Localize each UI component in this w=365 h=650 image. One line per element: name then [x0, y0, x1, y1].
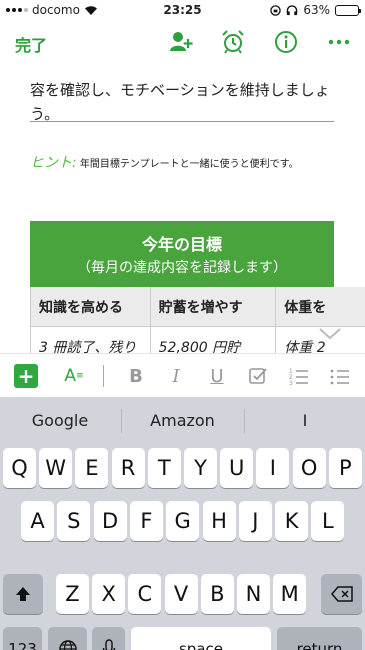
- text-style-icon[interactable]: A ≡: [62, 364, 86, 388]
- table-cell[interactable]: 体重を: [276, 287, 365, 327]
- cropped-line: [30, 64, 336, 78]
- hint-label: ヒント:: [30, 155, 77, 171]
- key-c[interactable]: C: [128, 574, 162, 614]
- keyboard: Google Amazon I QWERTYUIOP ASDFGHJKL ZXCVB…: [0, 397, 365, 650]
- add-person-icon[interactable]: [168, 29, 194, 55]
- key-y[interactable]: Y: [184, 448, 217, 488]
- shift-icon: [16, 587, 30, 601]
- key-b[interactable]: B: [200, 574, 234, 614]
- suggestion-bar: Google Amazon I: [0, 397, 365, 445]
- nav-bar: 完了: [0, 20, 365, 64]
- shift-key[interactable]: [3, 574, 43, 614]
- rotation-lock-icon: [270, 4, 282, 16]
- goal-table[interactable]: 今年の目標 （毎月の達成内容を記録します） 知識を高める 貯蓄を増やす 体重を …: [30, 221, 365, 353]
- battery-percent: 63%: [303, 3, 330, 17]
- globe-icon: [58, 639, 77, 650]
- done-button[interactable]: 完了: [15, 32, 47, 56]
- key-l[interactable]: L: [311, 501, 345, 541]
- status-bar: docomo 23:25 63%: [0, 0, 365, 20]
- key-r[interactable]: R: [111, 448, 145, 488]
- dictation-key[interactable]: [92, 627, 125, 650]
- headphones-icon: [287, 4, 298, 15]
- battery-icon: [335, 4, 361, 16]
- key-k[interactable]: K: [275, 501, 309, 541]
- horizontal-rule: [30, 121, 334, 122]
- numbered-list-icon[interactable]: 123: [287, 364, 311, 388]
- key-f[interactable]: F: [129, 501, 163, 541]
- space-key[interactable]: space: [131, 627, 271, 650]
- table-cell[interactable]: 52,800 円貯: [151, 327, 277, 353]
- format-toolbar: + A ≡ B I U 123: [0, 353, 365, 397]
- suggestion-item[interactable]: Google: [0, 411, 120, 430]
- key-a[interactable]: A: [21, 501, 54, 541]
- delete-key[interactable]: [321, 574, 362, 614]
- suggestion-item[interactable]: I: [245, 411, 365, 430]
- note-body-text[interactable]: 容を確認し、モチベーションを維持しましょう。: [30, 64, 336, 126]
- backspace-icon: [330, 586, 353, 602]
- microphone-icon: [102, 638, 115, 650]
- table-header[interactable]: 今年の目標 （毎月の達成内容を記録します）: [30, 221, 334, 287]
- table-cell[interactable]: 貯蓄を増やす: [150, 287, 277, 327]
- table-subtitle: （毎月の達成内容を記録します）: [77, 260, 287, 276]
- table-row: 3 冊読了、残り 52,800 円貯 体重 2: [30, 327, 365, 353]
- key-z[interactable]: Z: [56, 574, 89, 614]
- key-w[interactable]: W: [39, 448, 73, 488]
- globe-key[interactable]: [48, 627, 87, 650]
- bold-icon[interactable]: B: [124, 364, 148, 388]
- key-o[interactable]: O: [292, 448, 326, 488]
- bullet-list-icon[interactable]: [328, 364, 352, 388]
- key-t[interactable]: T: [147, 448, 181, 488]
- key-x[interactable]: X: [92, 574, 126, 614]
- key-i[interactable]: I: [256, 448, 290, 488]
- key-m[interactable]: M: [273, 574, 307, 614]
- key-d[interactable]: D: [93, 501, 127, 541]
- note-body-line: 容を確認し、モチベーションを維持しましょう。: [30, 81, 330, 123]
- underline-icon[interactable]: U: [205, 364, 229, 388]
- table-cell[interactable]: 知識を高める: [31, 287, 151, 327]
- svg-text:3: 3: [289, 380, 293, 387]
- return-key[interactable]: return: [277, 627, 362, 650]
- key-j[interactable]: J: [238, 501, 272, 541]
- key-e[interactable]: E: [75, 448, 109, 488]
- status-right: 63%: [270, 3, 361, 17]
- plus-icon[interactable]: +: [14, 364, 38, 388]
- table-title: 今年の目標: [141, 235, 222, 254]
- chevron-down-icon[interactable]: [319, 328, 341, 340]
- checkbox-icon[interactable]: [246, 364, 270, 388]
- key-s[interactable]: S: [57, 501, 91, 541]
- hint-body: 年間目標テンプレートと一緒に使うと便利です。: [79, 159, 299, 170]
- numbers-key[interactable]: 123: [3, 627, 42, 650]
- key-h[interactable]: H: [202, 501, 236, 541]
- key-g[interactable]: G: [166, 501, 200, 541]
- alarm-icon[interactable]: [220, 29, 246, 55]
- key-v[interactable]: V: [164, 574, 198, 614]
- key-n[interactable]: N: [237, 574, 270, 614]
- more-icon[interactable]: [326, 29, 352, 55]
- key-p[interactable]: P: [328, 448, 362, 488]
- note-content[interactable]: 容を確認し、モチベーションを維持しましょう。 ヒント: 年間目標テンプレートと一…: [0, 64, 365, 353]
- key-q[interactable]: Q: [3, 448, 36, 488]
- info-icon[interactable]: [273, 29, 299, 55]
- key-u[interactable]: U: [220, 448, 254, 488]
- toolbar-divider: [103, 365, 104, 387]
- suggestion-item[interactable]: Amazon: [122, 411, 243, 430]
- table-cell[interactable]: 3 冊読了、残り: [31, 327, 151, 353]
- hint-text[interactable]: ヒント: 年間目標テンプレートと一緒に使うと便利です。: [30, 152, 336, 176]
- table-header-row: 知識を高める 貯蓄を増やす 体重を: [30, 287, 365, 327]
- italic-icon[interactable]: I: [164, 364, 188, 388]
